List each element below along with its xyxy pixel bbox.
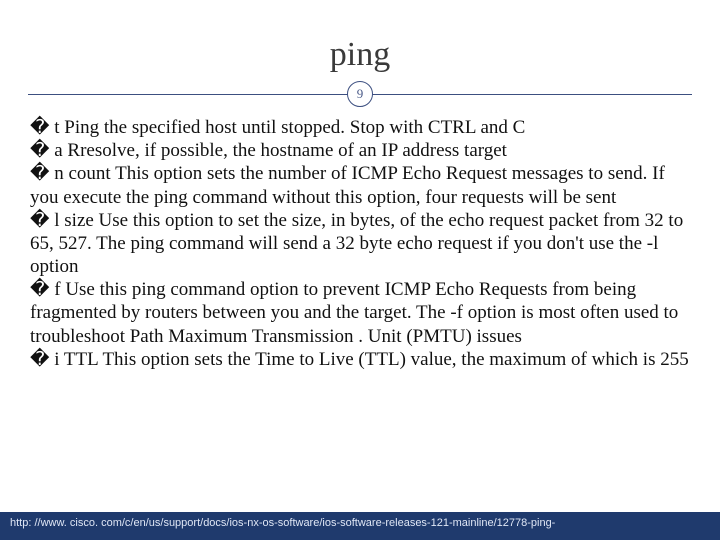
bullet-flag: � f (30, 279, 65, 300)
page-number-badge: 9 (347, 81, 373, 107)
bullet-text: TTL This option sets the Time to Live (T… (64, 349, 689, 370)
footer-text: http: //www. cisco. com/c/en/us/support/… (10, 517, 555, 529)
footer: http: //www. cisco. com/c/en/us/support/… (0, 512, 720, 540)
list-item: � l size Use this option to set the size… (30, 209, 690, 279)
slide: ping 9 � t Ping the specified host until… (0, 0, 720, 540)
bullet-flag: � n (30, 163, 68, 184)
bullet-text: Ping the specified host until stopped. S… (64, 117, 525, 138)
list-item: � a Rresolve, if possible, the hostname … (30, 139, 690, 162)
bullet-flag: � a (30, 140, 67, 161)
bullet-text: Use this ping command option to prevent … (30, 279, 678, 346)
list-item: � i TTL This option sets the Time to Liv… (30, 348, 690, 371)
bullet-text: count This option sets the number of ICM… (30, 163, 665, 207)
content-area: � t Ping the specified host until stoppe… (0, 108, 720, 371)
bullet-flag: � l (30, 210, 64, 231)
list-item: � t Ping the specified host until stoppe… (30, 116, 690, 139)
title-row: ping (0, 0, 720, 74)
bullet-text: size Use this option to set the size, in… (30, 210, 683, 277)
list-item: � n count This option sets the number of… (30, 162, 690, 208)
bullet-flag: � i (30, 349, 64, 370)
bullet-text: Rresolve, if possible, the hostname of a… (67, 140, 507, 161)
bullet-flag: � t (30, 117, 64, 138)
page-title: ping (0, 36, 720, 74)
list-item: � f Use this ping command option to prev… (30, 278, 690, 348)
divider: 9 (0, 80, 720, 108)
